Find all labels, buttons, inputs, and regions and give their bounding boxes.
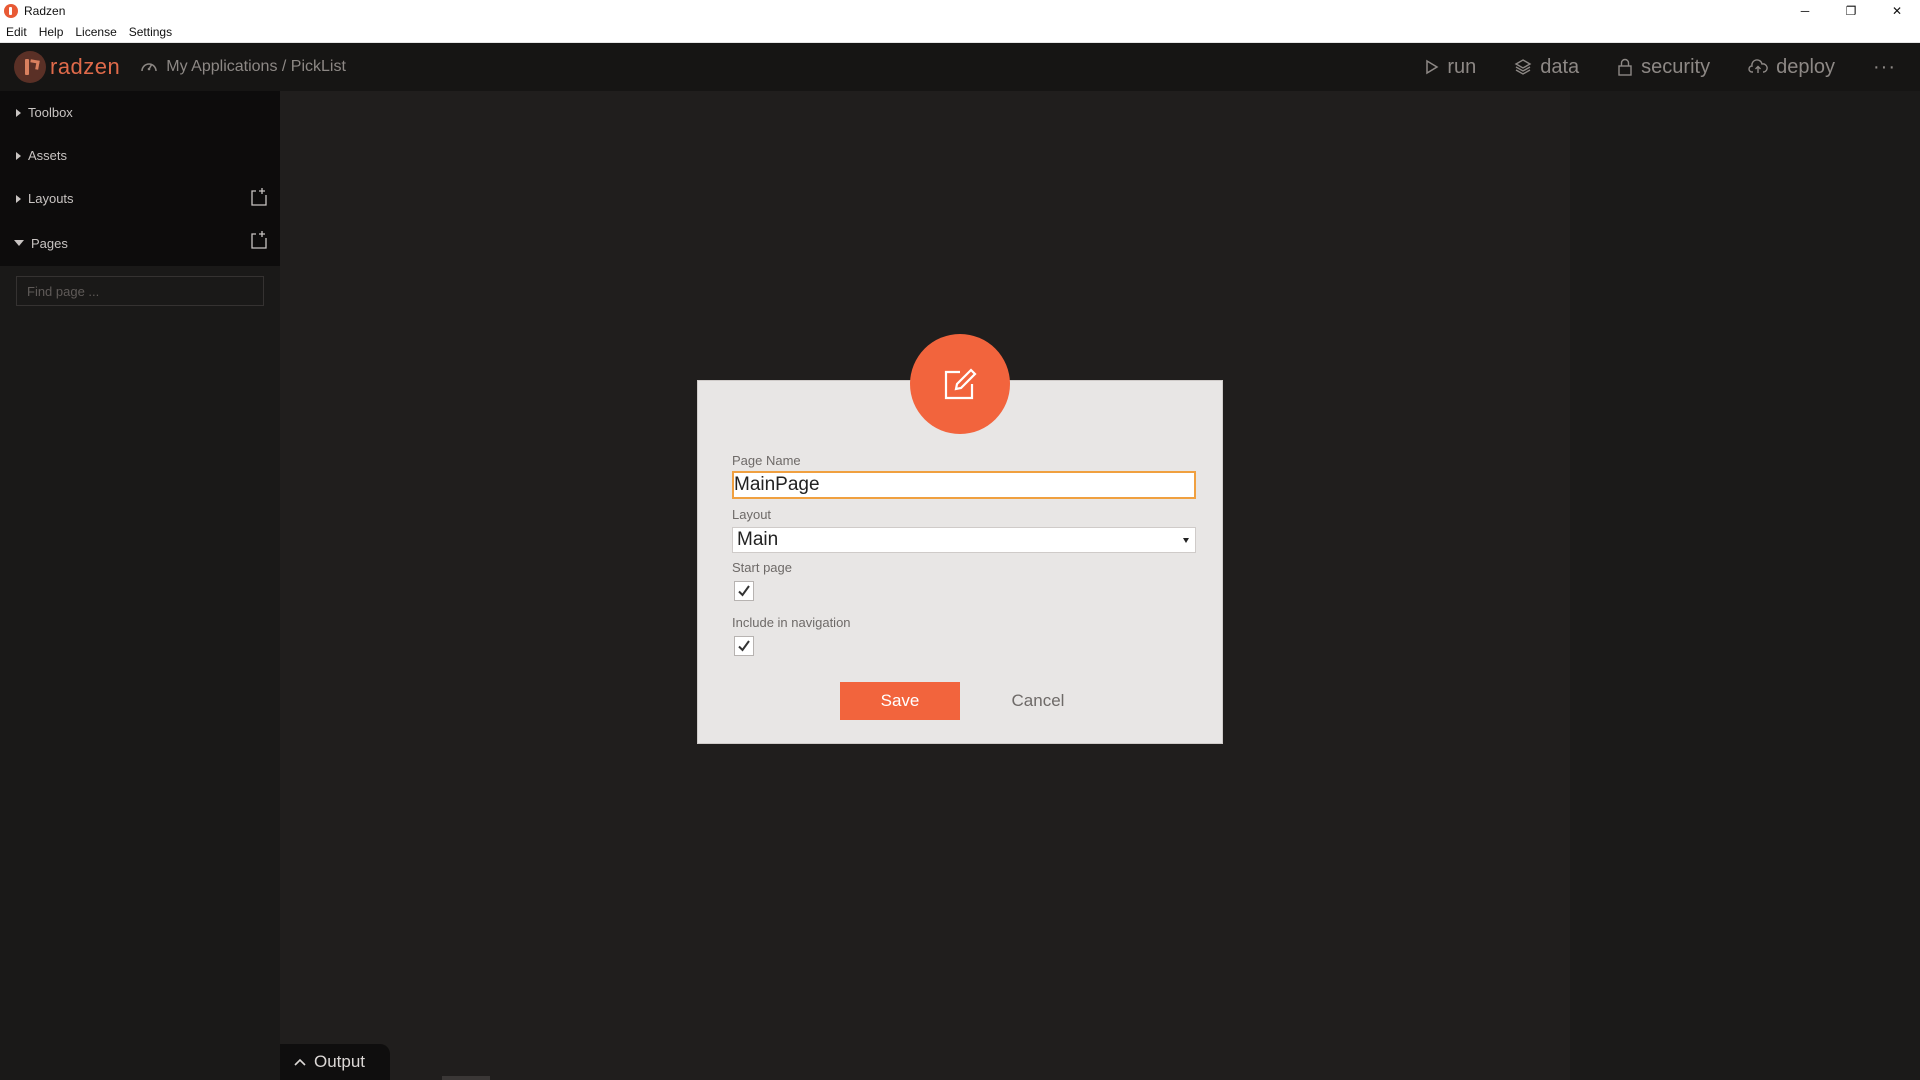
sidebar-section-label: Assets [28, 148, 68, 163]
sidebar-section-assets[interactable]: Assets [0, 134, 280, 177]
sidebar-section-pages[interactable]: Pages [0, 220, 280, 266]
sidebar: Toolbox Assets Layouts Pages [0, 91, 280, 1080]
nav-run[interactable]: run [1425, 56, 1476, 79]
dashboard-gauge-icon [141, 63, 158, 72]
cancel-button[interactable]: Cancel [988, 682, 1088, 720]
breadcrumb[interactable]: My Applications / PickList [140, 58, 346, 76]
page-name-label: Page Name [732, 453, 801, 468]
caret-right-icon [16, 151, 21, 160]
properties-panel [1570, 91, 1920, 1080]
sidebar-section-layouts[interactable]: Layouts [0, 177, 280, 220]
nav-data-label: data [1540, 55, 1580, 78]
nav-run-label: run [1447, 55, 1477, 78]
play-icon [1426, 59, 1439, 75]
window-title: Radzen [24, 4, 66, 18]
checkmark-icon [738, 640, 750, 652]
title-bar: Radzen ─ ❐ ✕ [0, 0, 1920, 22]
menu-edit[interactable]: Edit [0, 22, 33, 42]
edit-badge [910, 334, 1010, 434]
sidebar-section-label: Layouts [28, 191, 74, 206]
start-page-checkbox[interactable] [734, 581, 754, 601]
sidebar-section-label: Pages [31, 235, 68, 251]
lock-icon [1618, 58, 1632, 76]
more-icon[interactable]: ··· [1873, 56, 1896, 79]
menu-help[interactable]: Help [33, 22, 70, 42]
edit-pencil-icon [944, 368, 977, 400]
cloud-upload-icon [1748, 59, 1768, 73]
edit-page-dialog: Page Name Layout Main Start page Include… [697, 380, 1223, 744]
nav-security-label: security [1641, 55, 1711, 78]
find-page-input[interactable] [16, 276, 264, 306]
add-page-icon[interactable] [250, 230, 268, 250]
checkmark-icon [738, 585, 750, 597]
caret-right-icon [16, 194, 21, 203]
dropdown-arrow-icon [1183, 538, 1189, 543]
window-controls: ─ ❐ ✕ [1782, 0, 1920, 22]
sidebar-section-label: Toolbox [28, 105, 73, 120]
caret-right-icon [16, 108, 21, 117]
top-nav: run data security deploy ··· [1425, 43, 1920, 91]
radzen-app-icon [4, 4, 18, 18]
nav-deploy[interactable]: deploy [1748, 56, 1835, 79]
menu-settings[interactable]: Settings [123, 22, 178, 42]
output-label: Output [314, 1052, 366, 1071]
restore-button[interactable]: ❐ [1828, 0, 1874, 22]
nav-data[interactable]: data [1514, 56, 1579, 79]
nav-security[interactable]: security [1617, 56, 1710, 79]
add-layout-icon[interactable] [250, 187, 268, 207]
start-page-label: Start page [732, 560, 792, 575]
include-navigation-checkbox[interactable] [734, 636, 754, 656]
menu-license[interactable]: License [69, 22, 122, 42]
breadcrumb-text: My Applications / PickList [166, 58, 346, 75]
scroll-indicator[interactable] [442, 1076, 490, 1080]
page-name-input[interactable] [732, 471, 1196, 499]
nav-deploy-label: deploy [1776, 55, 1836, 78]
caret-down-icon [14, 240, 24, 246]
layout-select[interactable]: Main [732, 527, 1196, 553]
layout-selected-value: Main [737, 529, 779, 550]
brand-name: radzen [50, 54, 121, 79]
layers-icon [1514, 59, 1532, 75]
radzen-logo-icon [14, 51, 46, 83]
minimize-button[interactable]: ─ [1782, 0, 1828, 22]
include-navigation-label: Include in navigation [732, 615, 851, 630]
menu-bar: Edit Help License Settings [0, 22, 1920, 43]
close-button[interactable]: ✕ [1874, 0, 1920, 22]
save-button[interactable]: Save [840, 682, 960, 720]
chevron-up-icon [294, 1058, 306, 1066]
app-header: radzen My Applications / PickList run da… [0, 43, 1920, 91]
brand[interactable]: radzen [14, 51, 120, 83]
sidebar-section-toolbox[interactable]: Toolbox [0, 91, 280, 134]
layout-label: Layout [732, 507, 772, 522]
output-tab[interactable]: Output [280, 1044, 390, 1080]
